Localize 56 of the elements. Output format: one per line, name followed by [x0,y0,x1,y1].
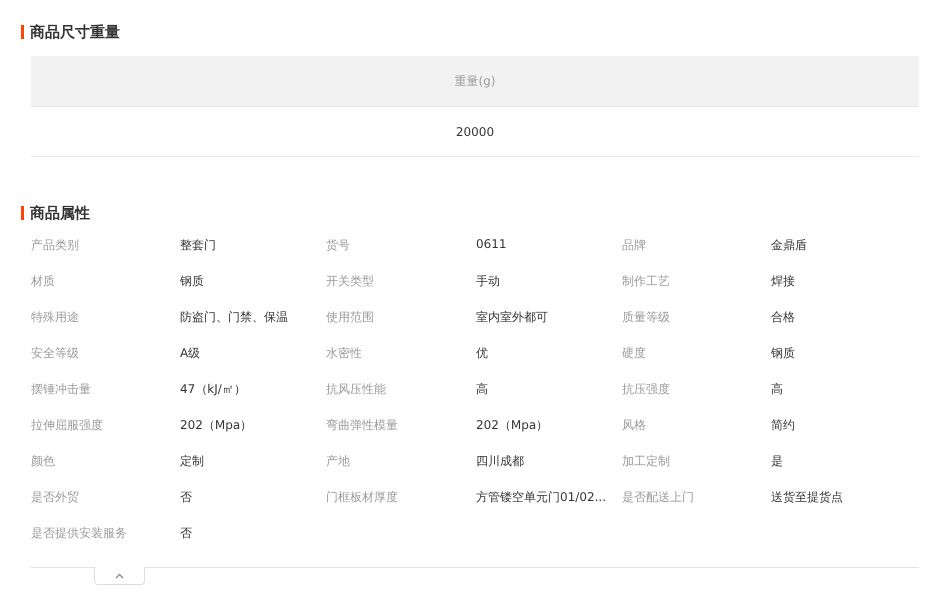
table-cell: 20000 [31,106,919,156]
attribute-label: 是否外贸 [31,489,80,506]
attribute-label: 弯曲弹性模量 [326,417,399,434]
attribute-label: 品牌 [622,237,647,254]
attribute-label: 风格 [622,417,647,434]
attribute-label: 产品类别 [31,237,80,254]
attribute-label: 加工定制 [622,453,671,470]
attribute-label: 是否配送上门 [622,489,695,506]
attribute-label: 产地 [326,453,351,470]
attribute-label: 质量等级 [622,309,671,326]
section-title: 商品属性 [30,203,90,223]
attribute-label: 货号 [326,237,351,254]
attribute-value: 高 [476,381,489,398]
attribute-value: 简约 [771,417,796,434]
attribute-value: 室内室外都可 [476,309,549,326]
attribute-label: 是否提供安装服务 [31,525,128,542]
attribute-value: 47（kJ/㎡） [180,381,247,398]
attribute-value: 钢质 [180,273,205,290]
attribute-value: 0611 [476,237,508,251]
attribute-label: 材质 [31,273,56,290]
attribute-label: 拉伸屈服强度 [31,417,104,434]
column-header: 重量(g) [31,56,919,106]
attribute-label: 安全等级 [31,345,80,362]
attribute-label: 颜色 [31,453,56,470]
attribute-value: 防盗门、门禁、保温 [180,309,289,326]
attribute-value: 金鼎盾 [771,237,808,254]
attribute-value: 四川成都 [476,453,525,470]
attribute-label: 开关类型 [326,273,375,290]
attribute-value: 焊接 [771,273,796,290]
attribute-label: 抗风压性能 [326,381,387,398]
attribute-value: 优 [476,345,489,362]
caret-icon [115,572,124,578]
attribute-value: 202（Mpa） [476,417,550,434]
attribute-label: 特殊用途 [31,309,80,326]
attribute-value: 整套门 [180,237,217,254]
section-title: 商品尺寸重量 [30,22,120,42]
attribute-value: 定制 [180,453,205,470]
attribute-value: 高 [771,381,784,398]
attribute-label: 水密性 [326,345,363,362]
attribute-label: 门框板材厚度 [326,489,399,506]
attribute-label: 使用范围 [326,309,375,326]
attribute-value: 送货至提货点 [771,489,844,506]
attribute-value: A级 [180,345,202,362]
attribute-value: 手动 [476,273,501,290]
attribute-value: 否 [180,489,193,506]
attribute-value: 202（Mpa） [180,417,254,434]
attribute-value: 合格 [771,309,796,326]
attribute-label: 抗压强度 [622,381,671,398]
attribute-label: 制作工艺 [622,273,671,290]
attribute-label: 硬度 [622,345,647,362]
attribute-label: 摆锤冲击量 [31,381,92,398]
attribute-value: 是 [771,453,784,470]
attribute-value: 否 [180,525,193,542]
attribute-value: 方管镂空单元门01/02... [476,489,608,506]
collapse-tab[interactable] [94,567,145,585]
attribute-value: 钢质 [771,345,796,362]
